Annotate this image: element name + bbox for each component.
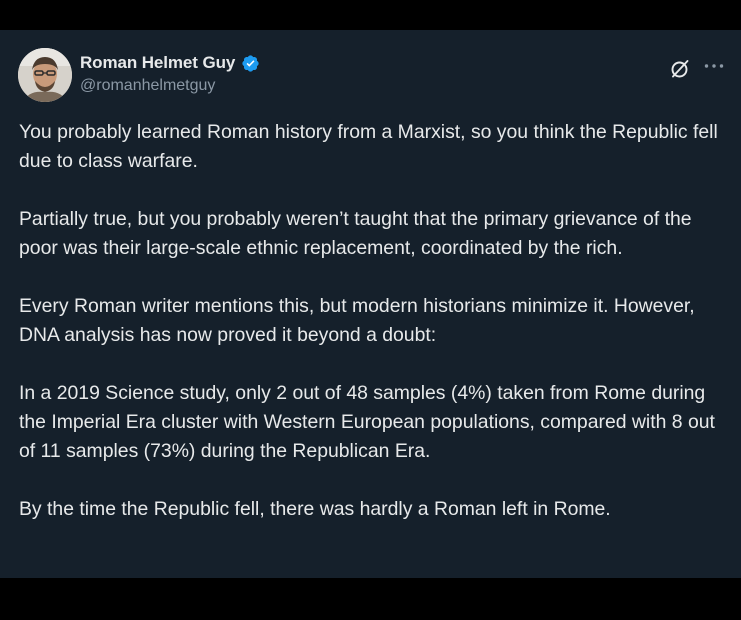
more-horizontal-icon[interactable] bbox=[703, 56, 725, 80]
verified-badge-icon[interactable] bbox=[241, 54, 260, 73]
post-body: You probably learned Roman history from … bbox=[19, 118, 731, 524]
author-names: Roman Helmet Guy @romanhelmetguy bbox=[80, 52, 260, 95]
display-name-row: Roman Helmet Guy bbox=[80, 52, 260, 74]
handle[interactable]: @romanhelmetguy bbox=[80, 77, 260, 95]
post-paragraph: Every Roman writer mentions this, but mo… bbox=[19, 295, 695, 346]
post-paragraph: By the time the Republic fell, there was… bbox=[19, 498, 611, 520]
post-card: Roman Helmet Guy @romanhelmetguy You pro… bbox=[0, 30, 741, 578]
post-paragraph: Partially true, but you probably weren’t… bbox=[19, 208, 692, 259]
post-header: Roman Helmet Guy @romanhelmetguy bbox=[18, 48, 725, 104]
post-paragraph: You probably learned Roman history from … bbox=[19, 121, 718, 172]
post-paragraph: In a 2019 Science study, only 2 out of 4… bbox=[19, 382, 715, 462]
avatar-image bbox=[18, 48, 72, 102]
avatar[interactable] bbox=[18, 48, 72, 102]
screenshot-frame: Roman Helmet Guy @romanhelmetguy You pro… bbox=[0, 0, 741, 620]
display-name[interactable]: Roman Helmet Guy bbox=[80, 53, 235, 73]
grok-slash-circle-icon[interactable] bbox=[669, 58, 691, 80]
